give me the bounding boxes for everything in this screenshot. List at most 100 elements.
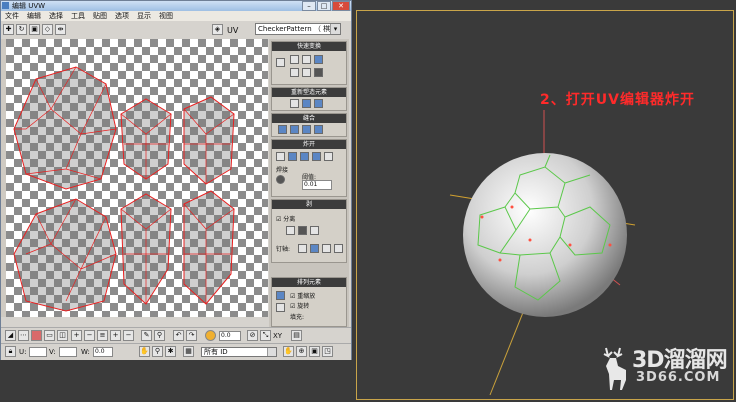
rollout-title[interactable]: 炸开 xyxy=(272,140,346,149)
minimize-button[interactable]: – xyxy=(302,1,316,11)
rotate-check[interactable]: ☑ 旋转 xyxy=(290,301,309,310)
scale-tool-icon[interactable]: ▣ xyxy=(29,24,40,35)
zoom-extents-icon[interactable]: ▣ xyxy=(309,346,320,357)
rollout-title[interactable]: 快速变换 xyxy=(272,42,346,51)
explode-a-icon[interactable] xyxy=(288,152,297,161)
uv-canvas[interactable] xyxy=(6,39,268,317)
move-tool-icon[interactable]: ✚ xyxy=(3,24,14,35)
break-icon[interactable] xyxy=(276,152,285,161)
brush-icon[interactable]: ⚲ xyxy=(154,330,165,341)
ring-icon[interactable]: + xyxy=(110,330,121,341)
undo-icon[interactable] xyxy=(310,226,319,235)
ring-shrink-icon[interactable]: − xyxy=(123,330,134,341)
align-icon[interactable] xyxy=(314,68,323,77)
app-icon xyxy=(2,2,9,9)
uv-space-label: UV xyxy=(227,26,239,35)
relax-corner-icon[interactable] xyxy=(314,99,323,108)
select-face-icon[interactable]: ▭ xyxy=(44,330,55,341)
menu-view[interactable]: 视图 xyxy=(155,11,177,21)
rotate-90-icon[interactable] xyxy=(314,55,323,64)
stitch-b-icon[interactable] xyxy=(290,125,299,134)
explode-c-icon[interactable] xyxy=(312,152,321,161)
w-field[interactable]: 0.0 xyxy=(93,347,113,357)
menu-tools[interactable]: 工具 xyxy=(67,11,89,21)
chevron-down-icon xyxy=(267,348,276,356)
shrink-icon[interactable]: − xyxy=(84,330,95,341)
pack-icon[interactable] xyxy=(276,291,285,300)
zoom-region-icon[interactable]: ⊕ xyxy=(296,346,307,357)
paint-select-icon[interactable]: ✎ xyxy=(141,330,152,341)
grow-icon[interactable]: + xyxy=(71,330,82,341)
zoom-icon[interactable]: ⚲ xyxy=(152,346,163,357)
pivot-icon[interactable] xyxy=(276,58,285,67)
straighten-icon[interactable] xyxy=(290,99,299,108)
menu-display[interactable]: 显示 xyxy=(133,11,155,21)
rollout-title[interactable]: 重新塑造元素 xyxy=(272,88,346,97)
peel-reset-icon[interactable] xyxy=(298,226,307,235)
v-field[interactable] xyxy=(59,347,77,357)
align-x-icon[interactable] xyxy=(290,55,299,64)
detach-check[interactable]: ☑ 分离 xyxy=(276,214,295,223)
sphere-icon[interactable] xyxy=(205,330,216,341)
relax-icon[interactable] xyxy=(302,99,311,108)
explode-b-icon[interactable] xyxy=(300,152,309,161)
u-field[interactable] xyxy=(29,347,47,357)
grid-snap-icon[interactable]: ✱ xyxy=(165,346,176,357)
threshold-field[interactable]: 0.01 xyxy=(302,180,332,190)
rescale-label: 重缩放 xyxy=(297,293,316,300)
mirror-axis-icon[interactable]: ⤡ xyxy=(260,330,271,341)
menu-edit[interactable]: 编辑 xyxy=(23,11,45,21)
rotate-minus-icon[interactable]: ↶ xyxy=(173,330,184,341)
menu-mapping[interactable]: 贴图 xyxy=(89,11,111,21)
soft-select-icon[interactable]: ◢ xyxy=(5,330,16,341)
pin-a-icon[interactable] xyxy=(298,244,307,253)
zoom-selected-icon[interactable]: ◳ xyxy=(322,346,333,357)
rollout-title[interactable]: 排列元素 xyxy=(272,278,346,287)
filter-icon[interactable]: ▦ xyxy=(183,346,194,357)
rescale-check[interactable]: ☑ 重缩放 xyxy=(290,291,315,300)
stitch-d-icon[interactable] xyxy=(314,125,323,134)
uv-editor-window[interactable]: 编辑 UVW – □ ✕ 文件 编辑 选择 工具 贴图 选项 显示 视图 ✚ ↻… xyxy=(0,0,352,360)
pin-c-icon[interactable] xyxy=(322,244,331,253)
rollout-stitch: 缝合 xyxy=(271,113,347,137)
select-vertex-icon[interactable]: ⋯ xyxy=(18,330,29,341)
stitch-c-icon[interactable] xyxy=(302,125,311,134)
select-edge-icon[interactable] xyxy=(31,330,42,341)
loop-icon[interactable]: ≡ xyxy=(97,330,108,341)
window-titlebar[interactable]: 编辑 UVW – □ ✕ xyxy=(1,1,351,11)
lock-icon[interactable]: 🔒︎ xyxy=(5,346,16,357)
stitch-a-icon[interactable] xyxy=(278,125,287,134)
hand-icon[interactable]: ✋ xyxy=(283,346,294,357)
rollout-title[interactable]: 剥 xyxy=(272,200,346,209)
rollout-title[interactable]: 缝合 xyxy=(272,114,346,123)
axis-label: XY xyxy=(273,332,283,340)
close-button[interactable]: ✕ xyxy=(332,1,350,11)
id-filter-select[interactable]: 所有 ID xyxy=(201,347,277,357)
u-label: U: xyxy=(19,348,27,356)
rollout-panel: 快速变换 重新塑造元素 缝合 炸开 焊接 阈值: 0.01 剥 ☑ 分离 钉轴:… xyxy=(269,39,349,329)
select-element-icon[interactable]: ◫ xyxy=(57,330,68,341)
freeform-tool-icon[interactable]: ◇ xyxy=(42,24,53,35)
menu-select[interactable]: 选择 xyxy=(45,11,67,21)
show-map-icon[interactable]: ◈ xyxy=(212,24,223,35)
snap-icon[interactable]: ⊘ xyxy=(247,330,258,341)
pin-d-icon[interactable] xyxy=(334,244,343,253)
zoom-field[interactable]: 0.0 xyxy=(219,331,241,341)
tweak-icon[interactable]: ▤ xyxy=(291,330,302,341)
explode-d-icon[interactable] xyxy=(324,152,333,161)
menu-file[interactable]: 文件 xyxy=(1,11,23,21)
align-y-icon[interactable] xyxy=(302,55,311,64)
menu-options[interactable]: 选项 xyxy=(111,11,133,21)
maximize-button[interactable]: □ xyxy=(317,1,331,11)
pin-b-icon[interactable] xyxy=(310,244,319,253)
rotate-tool-icon[interactable]: ↻ xyxy=(16,24,27,35)
pack-b-icon[interactable] xyxy=(276,303,285,312)
pan-icon[interactable]: ✋ xyxy=(139,346,150,357)
space-h-icon[interactable] xyxy=(290,68,299,77)
peel-mode-icon[interactable] xyxy=(286,226,295,235)
rotate-plus-icon[interactable]: ↷ xyxy=(186,330,197,341)
weld-target-icon[interactable] xyxy=(276,175,285,184)
space-v-icon[interactable] xyxy=(302,68,311,77)
texture-select[interactable]: CheckerPattern （ 棋盘 ▾ xyxy=(255,23,341,35)
mirror-tool-icon[interactable]: ⇹ xyxy=(55,24,66,35)
